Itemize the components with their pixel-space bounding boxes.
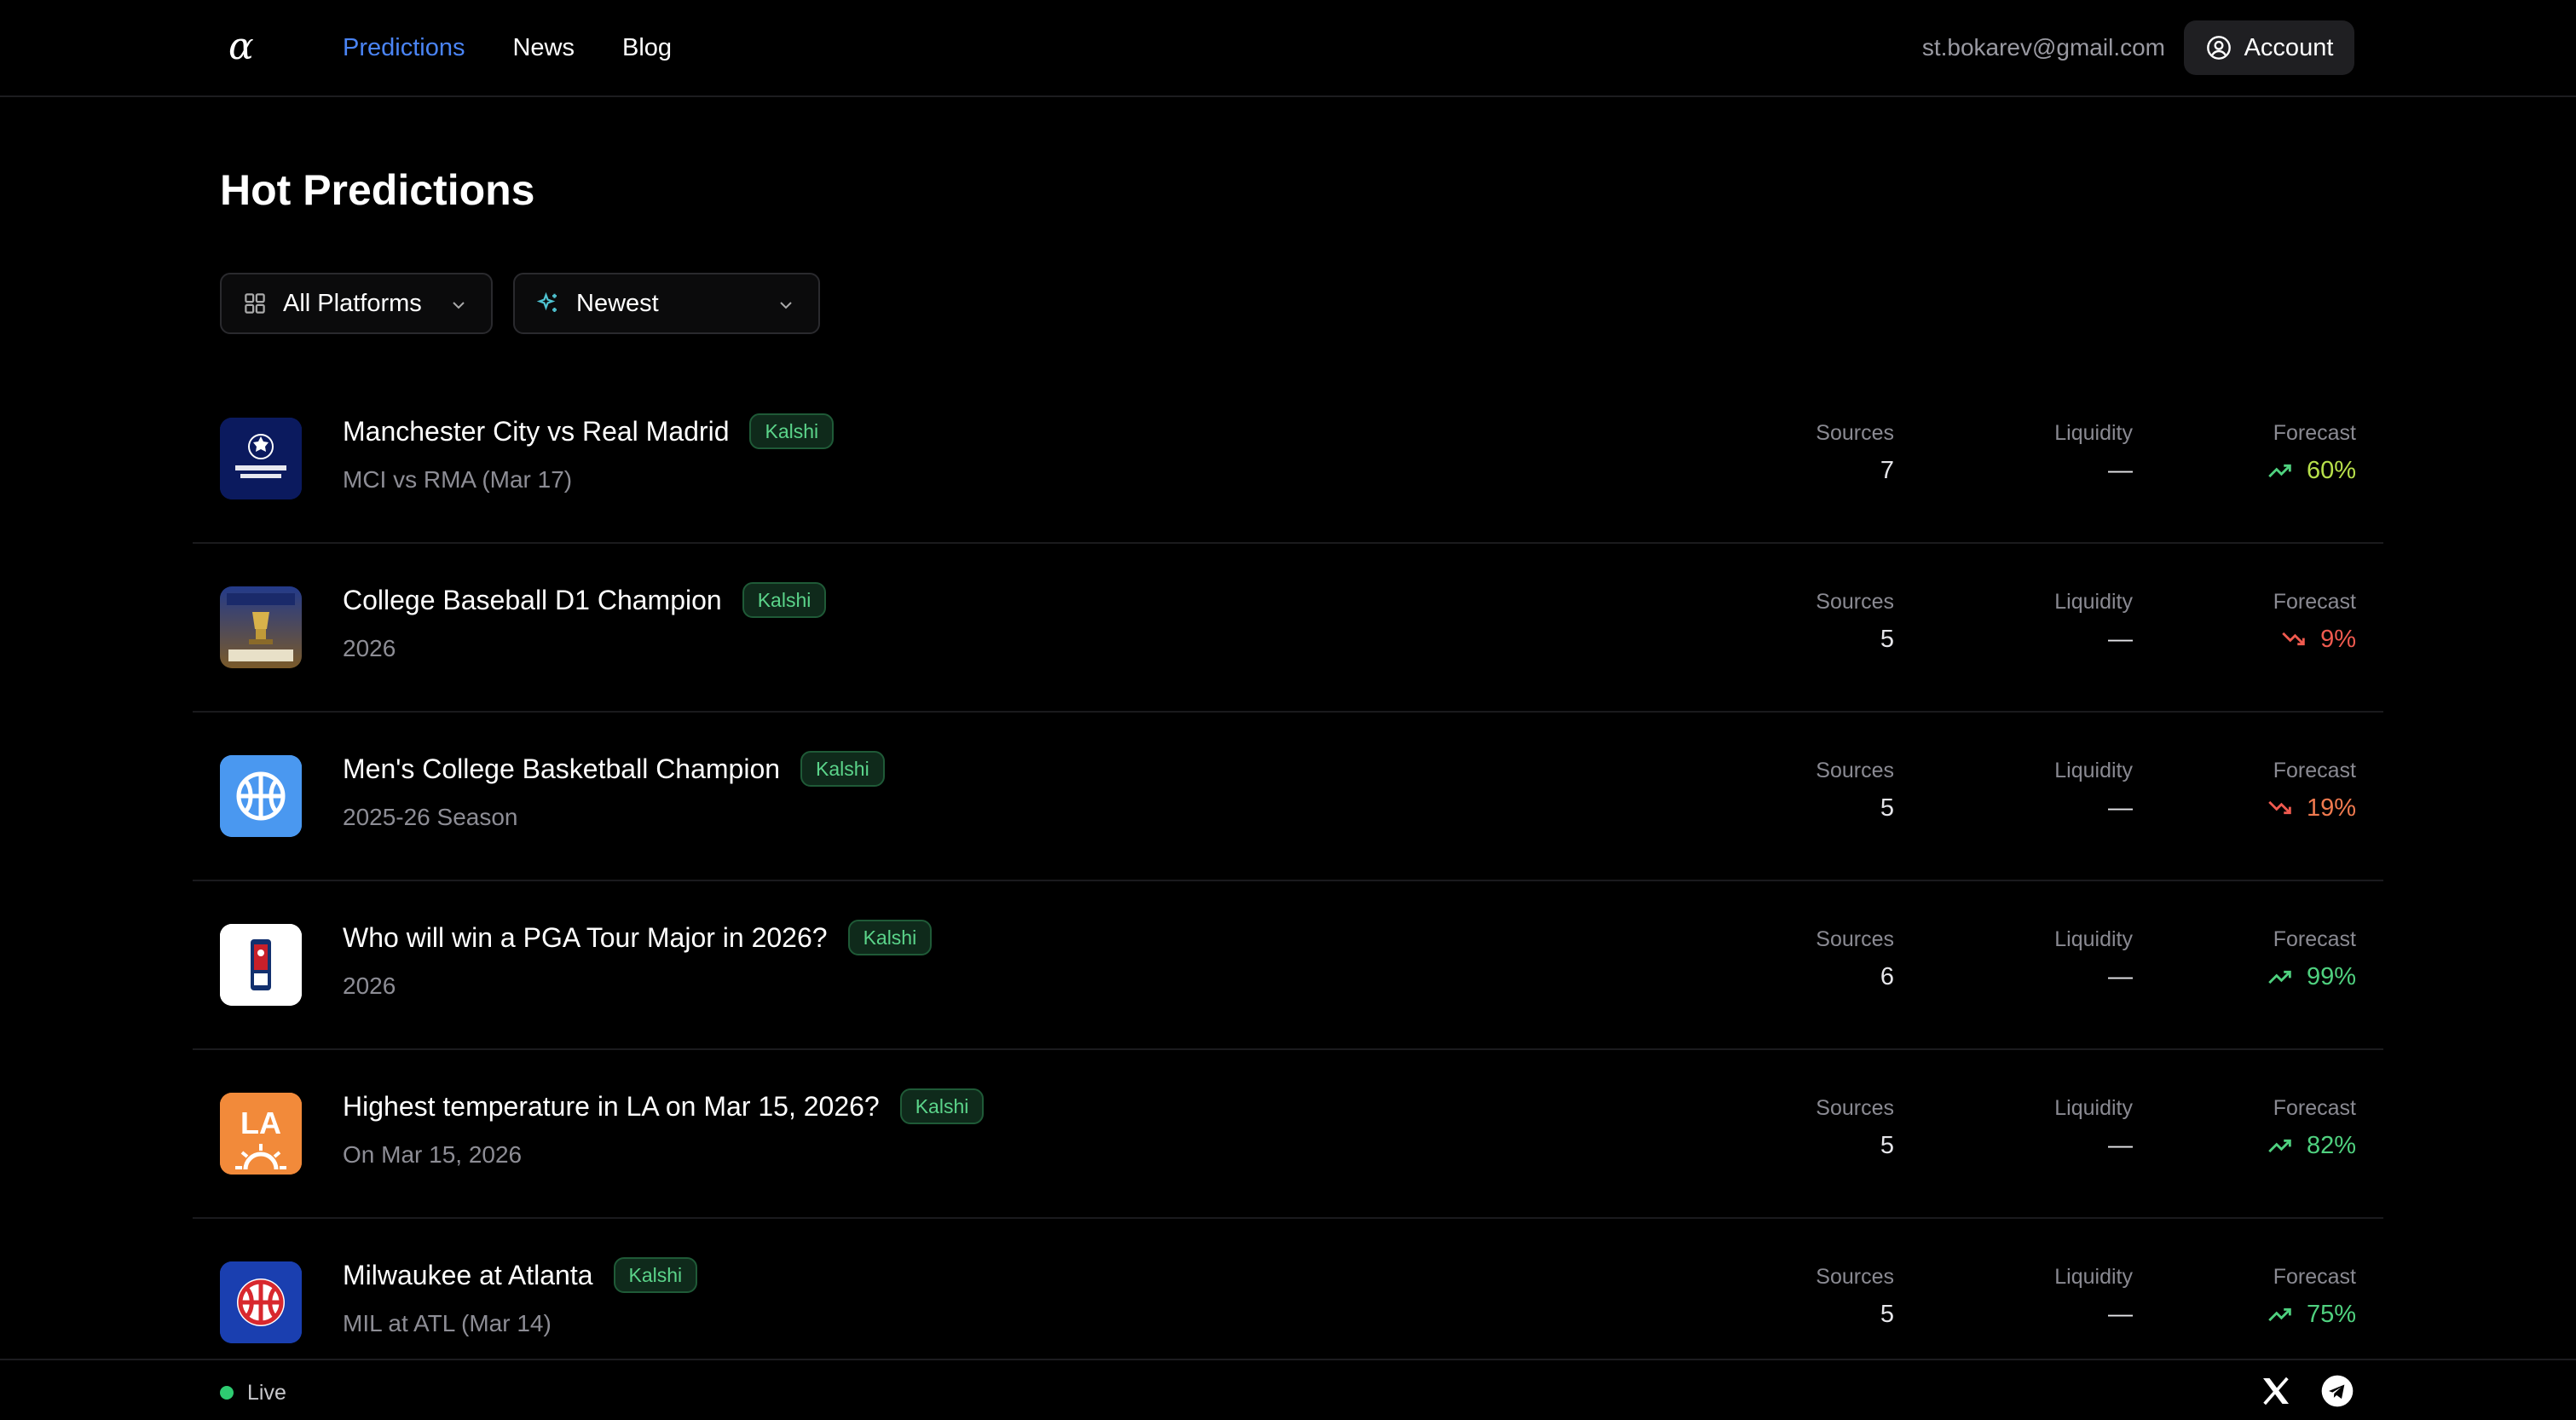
x-twitter-icon[interactable] bbox=[2259, 1374, 2293, 1408]
svg-text:LA: LA bbox=[240, 1105, 281, 1140]
basketball-icon bbox=[220, 755, 302, 837]
platform-badge: Kalshi bbox=[613, 1257, 698, 1293]
forecast-stat: Forecast 99% bbox=[2169, 926, 2356, 994]
champions-league-icon bbox=[220, 418, 302, 499]
trend-down-icon bbox=[2279, 625, 2308, 654]
forecast-value: 19% bbox=[2306, 794, 2356, 822]
user-email: st.bokarev@gmail.com bbox=[1921, 34, 2165, 61]
nav-blog[interactable]: Blog bbox=[622, 31, 672, 65]
liquidity-stat: Liquidity — bbox=[1962, 1263, 2133, 1331]
liquidity-value: — bbox=[2108, 963, 2133, 990]
forecast-stat: Forecast 75% bbox=[2169, 1263, 2356, 1331]
platform-badge: Kalshi bbox=[847, 920, 933, 955]
telegram-icon[interactable] bbox=[2320, 1374, 2354, 1408]
trend-up-icon bbox=[2266, 962, 2295, 991]
prediction-subtitle: On Mar 15, 2026 bbox=[343, 1141, 523, 1168]
nav-predictions[interactable]: Predictions bbox=[343, 31, 465, 65]
liquidity-stat: Liquidity — bbox=[1962, 1094, 2133, 1163]
sources-stat: Sources 5 bbox=[1724, 588, 1894, 656]
liquidity-value: — bbox=[2108, 1132, 2133, 1159]
page-title: Hot Predictions bbox=[220, 166, 535, 214]
sources-stat: Sources 6 bbox=[1724, 926, 1894, 994]
sources-count: 7 bbox=[1880, 457, 1894, 484]
list-item[interactable]: LA Highest temperature in LA on Mar 15, … bbox=[193, 1050, 2383, 1219]
sources-count: 5 bbox=[1880, 1301, 1894, 1328]
platform-badge: Kalshi bbox=[742, 582, 827, 618]
chevron-down-icon bbox=[780, 302, 792, 309]
predictions-list: Manchester City vs Real Madrid Kalshi MC… bbox=[193, 375, 2383, 1388]
list-item[interactable]: Manchester City vs Real Madrid Kalshi MC… bbox=[193, 375, 2383, 544]
platform-badge: Kalshi bbox=[899, 1088, 985, 1124]
footer: Live bbox=[0, 1359, 2576, 1420]
pga-tour-icon bbox=[220, 924, 302, 1006]
liquidity-stat: Liquidity — bbox=[1962, 588, 2133, 656]
platform-filter-dropdown[interactable]: All Platforms bbox=[220, 273, 493, 334]
prediction-subtitle: MIL at ATL (Mar 14) bbox=[343, 1310, 552, 1336]
sparkles-icon bbox=[536, 292, 557, 312]
prediction-title[interactable]: Highest temperature in LA on Mar 15, 202… bbox=[343, 1088, 880, 1125]
main-nav: Predictions News Blog bbox=[343, 31, 672, 65]
prediction-subtitle: 2026 bbox=[343, 635, 396, 661]
prediction-title[interactable]: College Baseball D1 Champion bbox=[343, 581, 722, 619]
sources-count: 5 bbox=[1880, 794, 1894, 822]
forecast-value: 75% bbox=[2306, 1301, 2356, 1328]
top-navigation-bar: α Predictions News Blog st.bokarev@gmail… bbox=[0, 0, 2576, 97]
prediction-subtitle: 2025-26 Season bbox=[343, 804, 518, 830]
list-item[interactable]: Who will win a PGA Tour Major in 2026? K… bbox=[193, 881, 2383, 1050]
forecast-stat: Forecast 19% bbox=[2169, 757, 2356, 825]
sources-stat: Sources 7 bbox=[1724, 419, 1894, 488]
account-label: Account bbox=[2244, 33, 2334, 61]
prediction-subtitle: 2026 bbox=[343, 973, 396, 999]
trend-up-icon bbox=[2266, 456, 2295, 485]
liquidity-value: — bbox=[2108, 457, 2133, 484]
nav-news[interactable]: News bbox=[512, 31, 575, 65]
grid-icon bbox=[245, 293, 265, 314]
sources-stat: Sources 5 bbox=[1724, 1094, 1894, 1163]
sort-value: Newest bbox=[576, 289, 659, 317]
prediction-title[interactable]: Who will win a PGA Tour Major in 2026? bbox=[343, 919, 828, 956]
live-status-label: Live bbox=[247, 1381, 286, 1405]
trend-down-icon bbox=[2266, 794, 2295, 823]
liquidity-value: — bbox=[2108, 794, 2133, 822]
account-button[interactable]: Account bbox=[2184, 20, 2354, 75]
trend-up-icon bbox=[2266, 1300, 2295, 1329]
prediction-title[interactable]: Manchester City vs Real Madrid bbox=[343, 413, 729, 450]
sources-count: 5 bbox=[1880, 1132, 1894, 1159]
forecast-stat: Forecast 60% bbox=[2169, 419, 2356, 488]
forecast-stat: Forecast 9% bbox=[2169, 588, 2356, 656]
prediction-title[interactable]: Milwaukee at Atlanta bbox=[343, 1256, 593, 1294]
forecast-value: 60% bbox=[2306, 457, 2356, 484]
chevron-down-icon bbox=[453, 302, 465, 309]
forecast-value: 9% bbox=[2320, 626, 2356, 653]
platform-filter-value: All Platforms bbox=[283, 289, 422, 317]
world-series-trophy-icon bbox=[220, 586, 302, 668]
user-circle-icon bbox=[2206, 36, 2231, 60]
list-item[interactable]: College Baseball D1 Champion Kalshi 2026… bbox=[193, 544, 2383, 713]
liquidity-stat: Liquidity — bbox=[1962, 757, 2133, 825]
list-item[interactable]: Men's College Basketball Champion Kalshi… bbox=[193, 713, 2383, 881]
liquidity-stat: Liquidity — bbox=[1962, 419, 2133, 488]
sort-dropdown[interactable]: Newest bbox=[513, 273, 820, 334]
live-status-dot bbox=[220, 1386, 234, 1400]
forecast-value: 82% bbox=[2306, 1132, 2356, 1159]
sources-stat: Sources 5 bbox=[1724, 1263, 1894, 1331]
la-sun-icon: LA bbox=[220, 1093, 302, 1175]
sources-count: 6 bbox=[1880, 963, 1894, 990]
liquidity-stat: Liquidity — bbox=[1962, 926, 2133, 994]
basketball-red-icon bbox=[220, 1261, 302, 1343]
prediction-subtitle: MCI vs RMA (Mar 17) bbox=[343, 466, 573, 493]
prediction-title[interactable]: Men's College Basketball Champion bbox=[343, 750, 780, 788]
liquidity-value: — bbox=[2108, 1301, 2133, 1328]
liquidity-value: — bbox=[2108, 626, 2133, 653]
sources-count: 5 bbox=[1880, 626, 1894, 653]
platform-badge: Kalshi bbox=[749, 413, 835, 449]
sources-stat: Sources 5 bbox=[1724, 757, 1894, 825]
trend-up-icon bbox=[2266, 1131, 2295, 1160]
platform-badge: Kalshi bbox=[800, 751, 885, 787]
forecast-value: 99% bbox=[2306, 963, 2356, 990]
forecast-stat: Forecast 82% bbox=[2169, 1094, 2356, 1163]
logo[interactable]: α bbox=[228, 26, 254, 68]
